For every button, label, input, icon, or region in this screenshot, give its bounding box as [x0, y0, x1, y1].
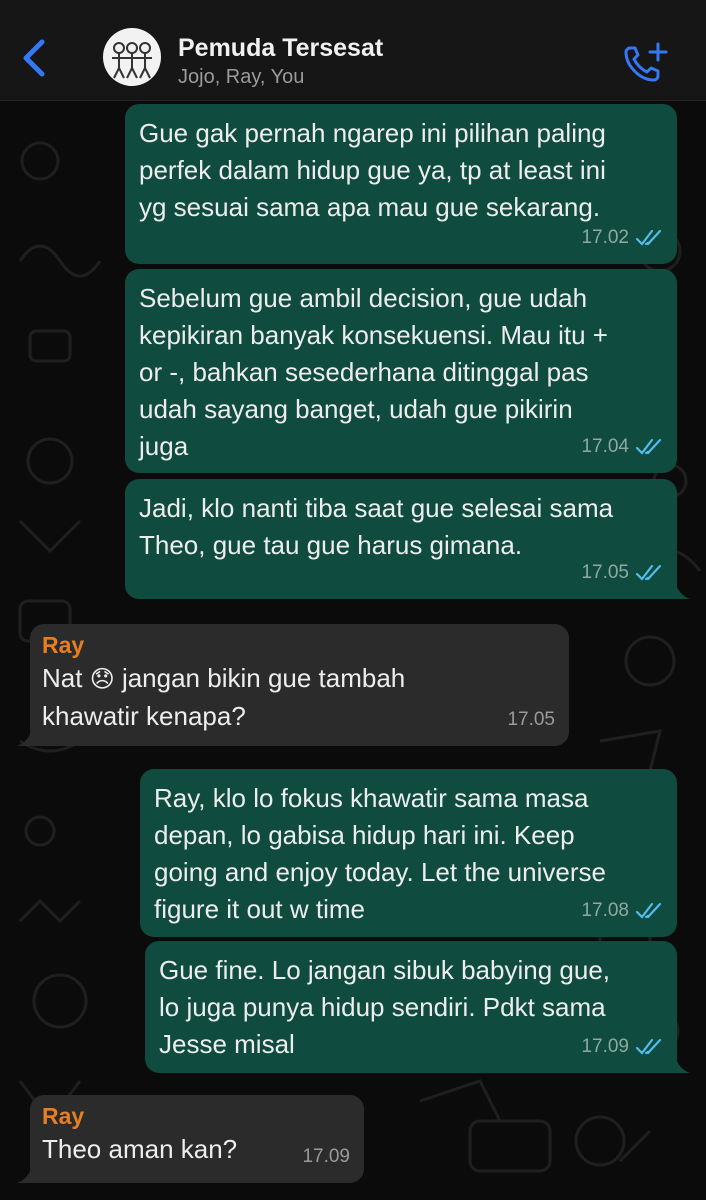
- message-meta: 17.09: [581, 1028, 663, 1065]
- chevron-left-icon: [23, 39, 45, 77]
- double-check-icon: [635, 438, 662, 455]
- message-meta: 17.05: [507, 701, 555, 738]
- message-meta: 17.04: [581, 428, 663, 465]
- message-time: 17.09: [302, 1146, 350, 1167]
- message-time: 17.05: [581, 562, 629, 583]
- add-call-button[interactable]: [622, 40, 670, 86]
- sender-name: Ray: [42, 1103, 85, 1129]
- bubble-tail: [17, 726, 33, 746]
- message-time: 17.05: [507, 709, 555, 730]
- message-time: 17.04: [581, 436, 629, 457]
- message-meta: 17.08: [581, 892, 663, 929]
- bubble-tail: [17, 1163, 33, 1183]
- message-time: 17.08: [581, 900, 629, 921]
- message-meta: 17.05: [581, 554, 663, 591]
- message-text: Jadi, klo nanti tiba saat gue selesai sa…: [139, 493, 614, 560]
- bubble-tail: [674, 579, 690, 599]
- message-bubble-outgoing[interactable]: Gue gak pernah ngarep ini pilihan paling…: [125, 104, 677, 264]
- chat-header: Pemuda Tersesat Jojo, Ray, You: [0, 0, 706, 101]
- add-call-icon: [624, 42, 668, 82]
- message-bubble-incoming[interactable]: Ray Theo aman kan? 17.09: [17, 1095, 364, 1183]
- group-name[interactable]: Pemuda Tersesat: [178, 34, 383, 63]
- message-time: 17.09: [581, 1036, 629, 1057]
- message-list[interactable]: Gue gak pernah ngarep ini pilihan paling…: [0, 101, 706, 1200]
- double-check-icon: [635, 1038, 662, 1055]
- message-bubble-outgoing[interactable]: Jadi, klo nanti tiba saat gue selesai sa…: [125, 479, 690, 599]
- message-meta: 17.02: [581, 219, 663, 256]
- group-avatar[interactable]: [103, 28, 161, 86]
- sender-name: Ray: [42, 632, 85, 658]
- message-text: Gue gak pernah ngarep ini pilihan paling…: [139, 118, 606, 222]
- bubble-tail: [674, 1053, 690, 1073]
- message-text: Nat 😞 jangan bikin gue tambah khawatir ke…: [42, 663, 406, 731]
- stick-figures-icon: [112, 42, 152, 79]
- message-bubble-outgoing[interactable]: Gue fine. Lo jangan sibuk babying gue, l…: [145, 941, 690, 1073]
- message-bubble-outgoing[interactable]: Sebelum gue ambil decision, gue udah kep…: [125, 269, 677, 473]
- double-check-icon: [635, 564, 662, 581]
- disappointed-face-emoji: 😞: [89, 666, 115, 693]
- message-meta: 17.09: [302, 1138, 350, 1175]
- group-members: Jojo, Ray, You: [178, 66, 305, 88]
- double-check-icon: [635, 229, 662, 246]
- message-time: 17.02: [581, 227, 629, 248]
- message-bubble-outgoing[interactable]: Ray, klo lo fokus khawatir sama masa dep…: [140, 769, 677, 937]
- back-button[interactable]: [18, 36, 50, 80]
- message-bubble-incoming[interactable]: Ray Nat 😞 jangan bikin gue tambah khawati…: [17, 624, 569, 746]
- double-check-icon: [635, 902, 662, 919]
